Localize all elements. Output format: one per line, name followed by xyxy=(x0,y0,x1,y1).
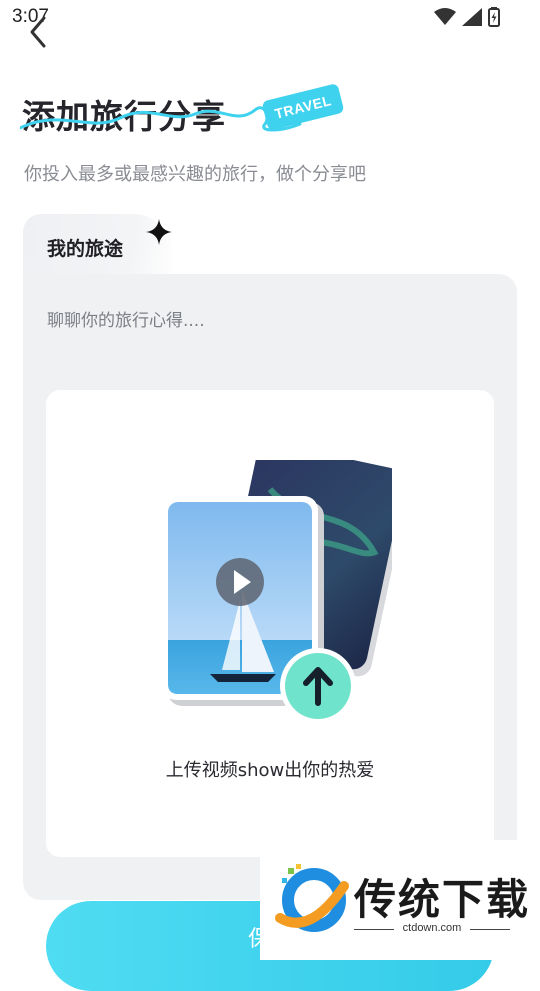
battery-icon xyxy=(488,7,500,27)
watermark-name: 传统下载 xyxy=(354,875,531,924)
sparkle-icon xyxy=(146,219,172,245)
video-upload-illustration xyxy=(162,460,392,724)
card-body: 聊聊你的旅行心得.... 上传视频show出你的热爱 xyxy=(23,274,517,900)
notes-input[interactable]: 聊聊你的旅行心得.... xyxy=(47,306,205,331)
trip-card: 我的旅途 聊聊你的旅行心得.... 上传视频show出你的热爱 xyxy=(23,214,517,900)
watermark: 传统下载 ctdown.com xyxy=(260,840,540,960)
page-subtitle: 你投入最多或最感兴趣的旅行，做个分享吧 xyxy=(24,164,366,185)
watermark-logo-icon xyxy=(275,864,349,932)
watermark-url: ctdown.com xyxy=(354,922,510,934)
card-tab-label: 我的旅途 xyxy=(47,238,124,260)
back-button[interactable] xyxy=(24,14,54,50)
wifi-icon xyxy=(434,8,456,25)
video-upload-area[interactable]: 上传视频show出你的热爱 xyxy=(46,390,494,857)
chevron-left-icon xyxy=(30,16,46,48)
status-icons xyxy=(434,7,500,27)
upload-label: 上传视频show出你的热爱 xyxy=(165,760,375,781)
status-bar: 3:07 xyxy=(0,0,540,34)
signal-icon xyxy=(462,8,482,26)
